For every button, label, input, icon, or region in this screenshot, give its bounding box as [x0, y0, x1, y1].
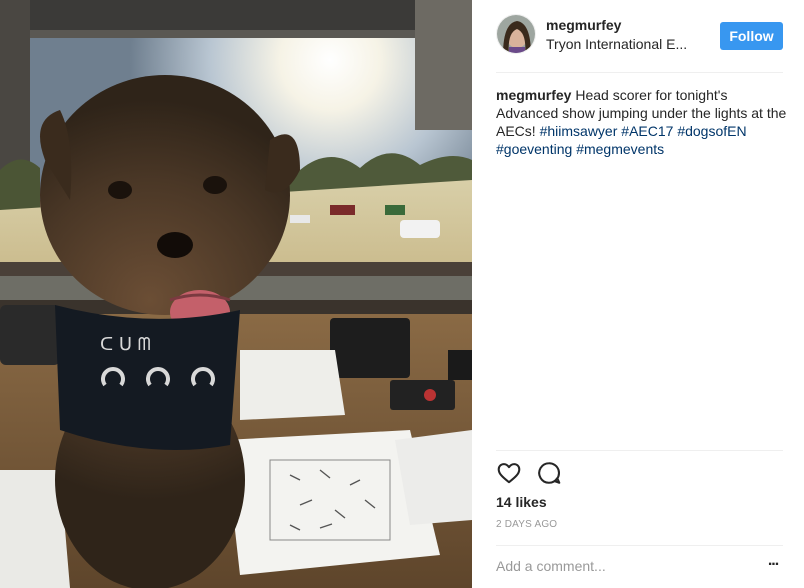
- hashtag-link[interactable]: #hiimsawyer: [540, 123, 618, 139]
- post-header: megmurfey Tryon International E... Follo…: [472, 0, 804, 72]
- likes-count[interactable]: 14 likes: [496, 494, 547, 510]
- ellipsis-icon[interactable]: ...: [763, 553, 783, 575]
- comment-bubble-icon[interactable]: [536, 460, 564, 488]
- comment-row: ...: [496, 548, 783, 588]
- dog-photo-illustration: ᑕ ᑌ ᗰ: [0, 0, 472, 588]
- follow-button[interactable]: Follow: [720, 22, 783, 50]
- post-timestamp[interactable]: 2 DAYS AGO: [496, 519, 557, 530]
- hashtag-link[interactable]: #goeventing: [496, 141, 572, 157]
- avatar-image: [497, 15, 535, 53]
- caption-username[interactable]: megmurfey: [496, 87, 571, 103]
- post-caption: megmurfey Head scorer for tonight's Adva…: [496, 86, 788, 158]
- hashtag-link[interactable]: #AEC17: [621, 123, 673, 139]
- header-divider: [496, 72, 783, 73]
- actions-divider: [496, 450, 783, 451]
- svg-text:ᑕ ᑌ ᗰ: ᑕ ᑌ ᗰ: [100, 334, 151, 355]
- post-location[interactable]: Tryon International E...: [546, 36, 696, 52]
- avatar[interactable]: [496, 14, 536, 54]
- comment-input[interactable]: [496, 556, 746, 576]
- hashtag-link[interactable]: #megmevents: [576, 141, 664, 157]
- post-details-panel: megmurfey Tryon International E... Follo…: [472, 0, 804, 588]
- post-username[interactable]: megmurfey: [546, 17, 621, 33]
- post-photo[interactable]: ᑕ ᑌ ᗰ: [0, 0, 472, 588]
- heart-icon[interactable]: [496, 460, 524, 488]
- comment-divider: [496, 545, 783, 546]
- hashtag-link[interactable]: #dogsofEN: [677, 123, 746, 139]
